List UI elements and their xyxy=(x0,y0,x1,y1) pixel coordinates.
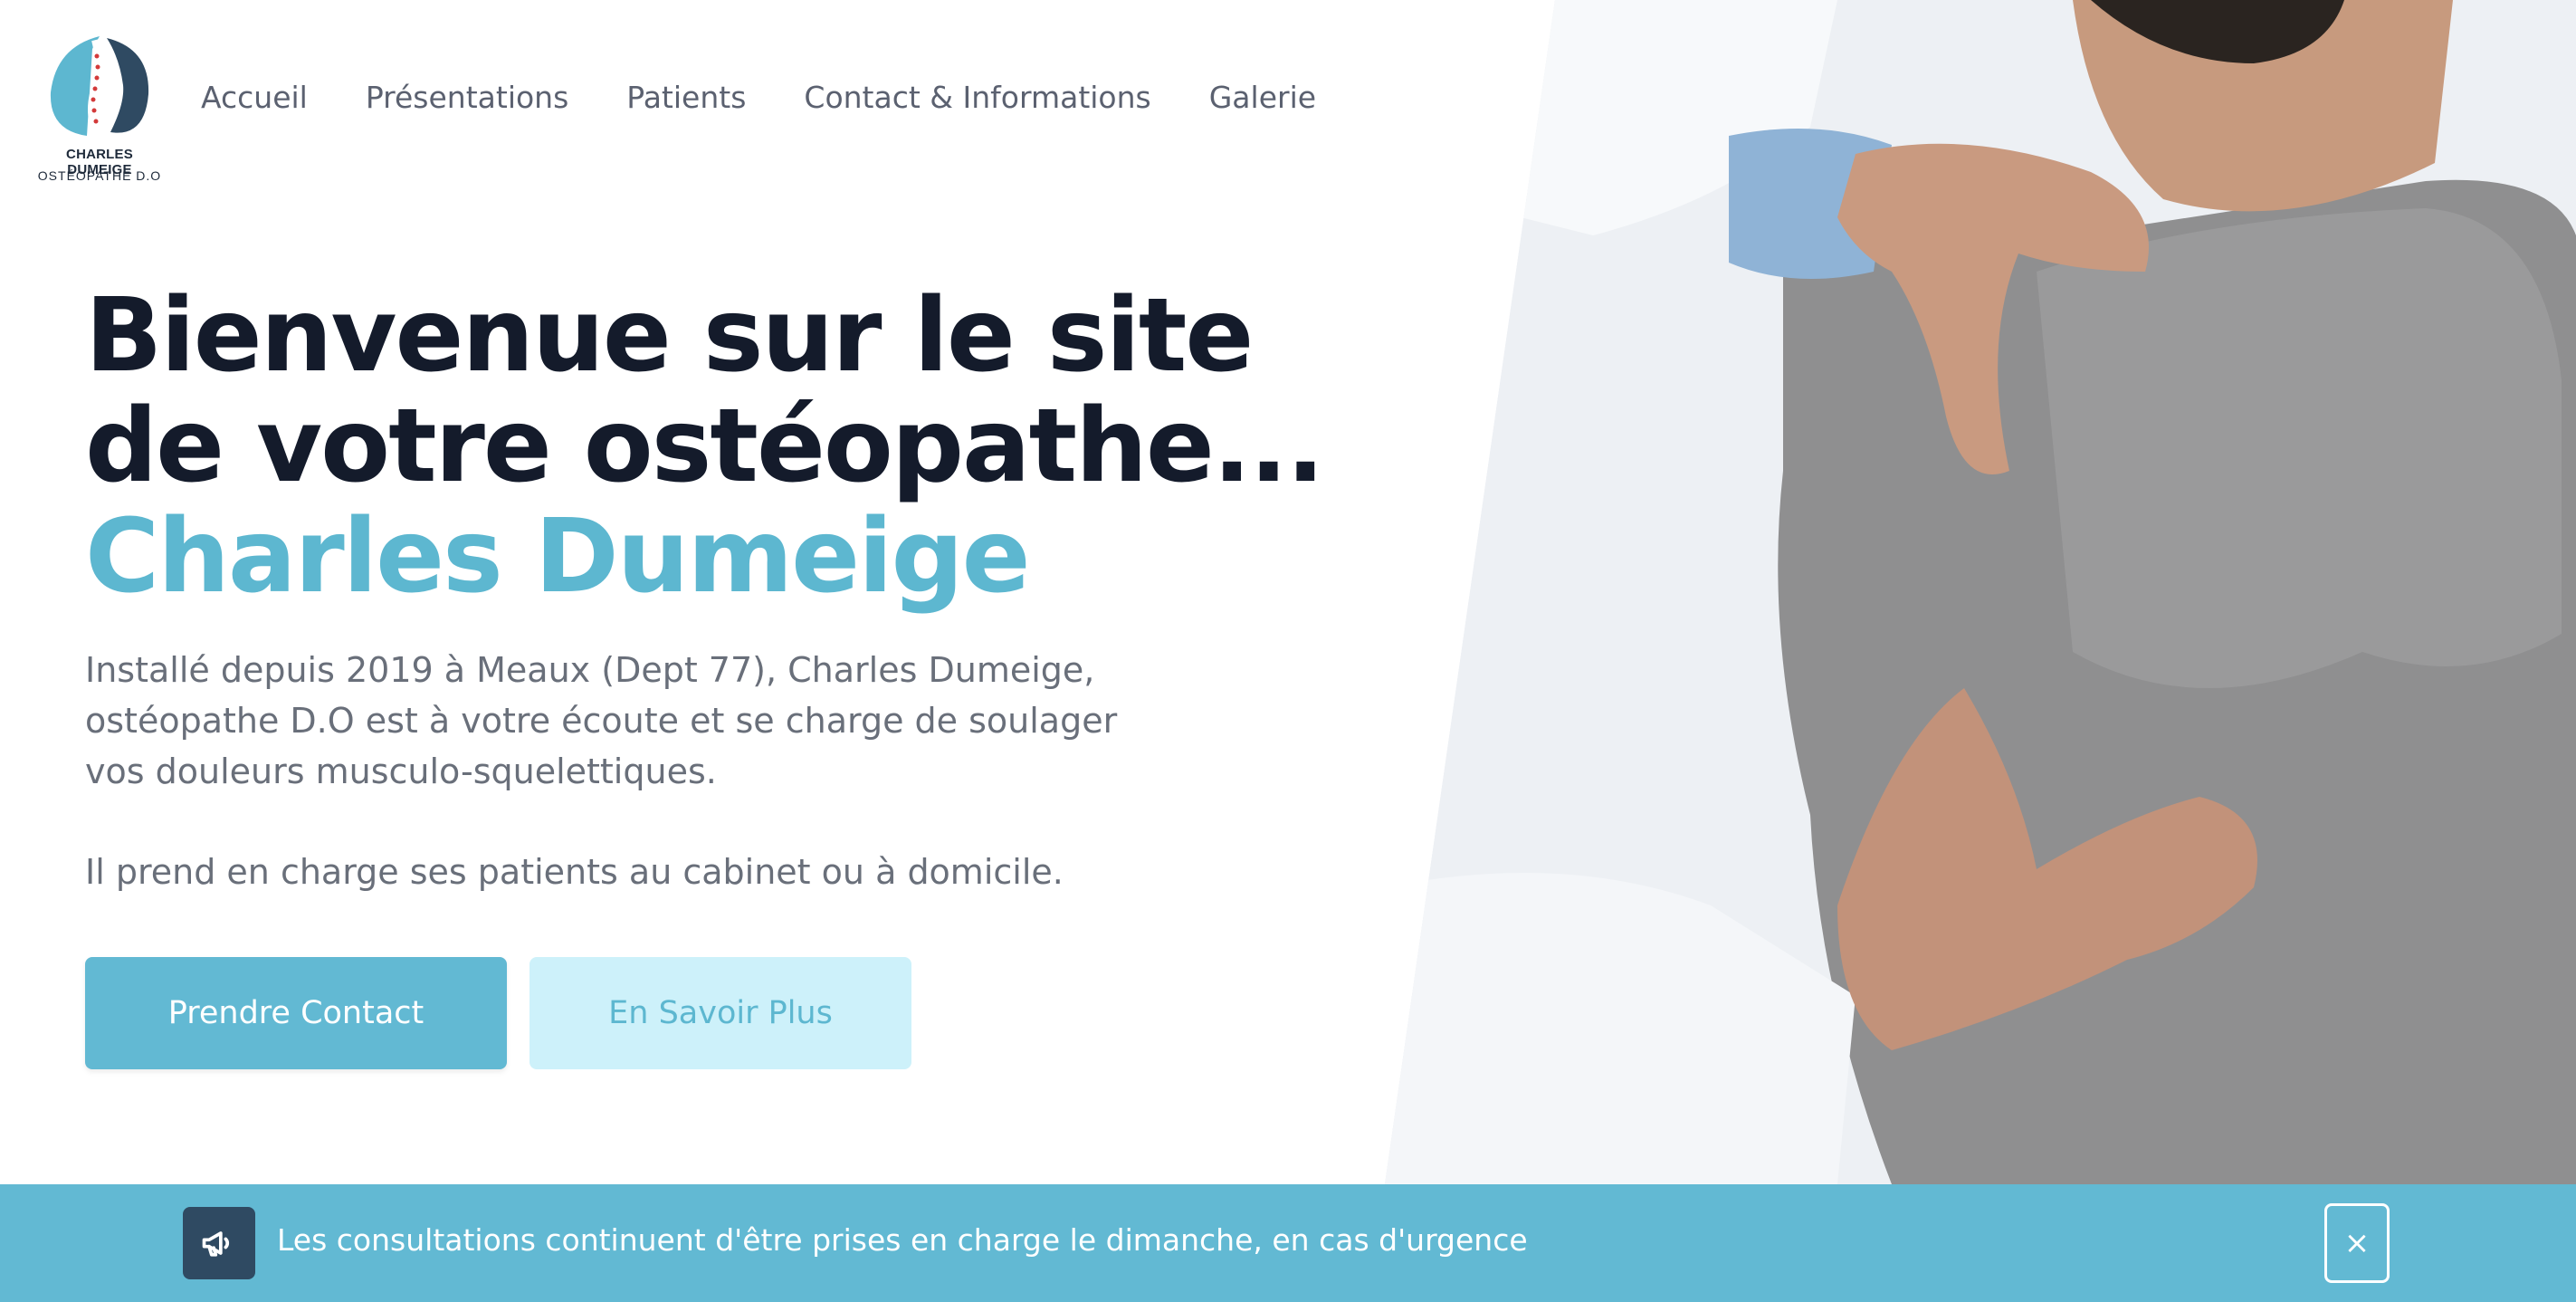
megaphone-icon xyxy=(183,1207,255,1279)
hero-intro-secondary: Il prend en charge ses patients au cabin… xyxy=(85,852,1064,892)
close-icon: × xyxy=(2343,1225,2371,1261)
nav-item-accueil[interactable]: Accueil xyxy=(201,80,308,115)
site-logo[interactable]: CHARLES DUMEIGE OSTÉOPATHE D.O xyxy=(36,31,163,190)
osteopath-treatment-photo xyxy=(1385,0,2576,1184)
nav-item-presentations[interactable]: Présentations xyxy=(366,80,568,115)
spine-logo-icon xyxy=(50,36,149,140)
hero-image xyxy=(1385,0,2576,1184)
nav-item-galerie[interactable]: Galerie xyxy=(1209,80,1316,115)
announcement-banner: Les consultations continuent d'être pris… xyxy=(0,1184,2576,1302)
logo-subtitle: OSTÉOPATHE D.O xyxy=(37,168,162,183)
hero-title: Bienvenue sur le site de votre ostéopath… xyxy=(85,281,1352,612)
banner-text: Les consultations continuent d'être pris… xyxy=(277,1222,1528,1258)
main-nav: Accueil Présentations Patients Contact &… xyxy=(201,80,1316,115)
learn-more-button[interactable]: En Savoir Plus xyxy=(530,957,911,1069)
nav-item-patients[interactable]: Patients xyxy=(626,80,746,115)
hero-title-line1: Bienvenue sur le site xyxy=(85,277,1254,395)
close-button[interactable]: × xyxy=(2324,1203,2390,1283)
hero-title-name: Charles Dumeige xyxy=(85,498,1031,616)
contact-button[interactable]: Prendre Contact xyxy=(85,957,507,1069)
hero-title-line2: de votre ostéopathe... xyxy=(85,388,1324,505)
nav-item-contact[interactable]: Contact & Informations xyxy=(804,80,1150,115)
hero-intro: Installé depuis 2019 à Meaux (Dept 77), … xyxy=(85,650,1118,791)
